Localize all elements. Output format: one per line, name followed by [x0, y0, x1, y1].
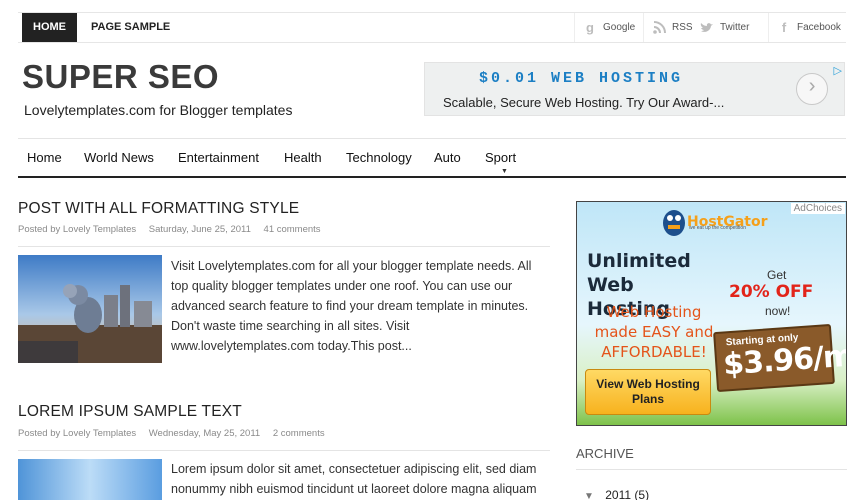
social-label-facebook: Facebook — [797, 22, 841, 33]
nav-item-entertainment[interactable]: Entertainment — [178, 139, 259, 177]
social-link-facebook[interactable]: f Facebook — [768, 13, 841, 42]
ad-headline: $0.01 WEB HOSTING — [479, 70, 684, 87]
post-author[interactable]: Posted by Lovely Templates — [18, 428, 136, 439]
post-thumbnail[interactable] — [18, 459, 162, 500]
main-navigation: Home World News Entertainment Health Tec… — [18, 138, 846, 178]
social-link-google[interactable]: g Google — [574, 13, 635, 42]
google-icon: g — [586, 20, 594, 35]
post-title[interactable]: Lorem ipsum sample text — [18, 403, 242, 421]
social-label-rss: RSS — [672, 22, 693, 33]
post-meta: Posted by Lovely Templates Saturday, Jun… — [18, 224, 331, 235]
rss-icon — [652, 21, 666, 35]
adchoices-label[interactable]: AdChoices — [790, 203, 845, 214]
facebook-icon: f — [781, 20, 787, 35]
archive-divider — [576, 469, 847, 470]
hostgator-ad[interactable]: AdChoices HostGator we eat up the compet… — [576, 201, 847, 426]
post-excerpt: Lorem ipsum dolor sit amet, consectetuer… — [171, 462, 537, 496]
social-link-rss[interactable]: RSS — [643, 13, 693, 42]
collapse-triangle-icon[interactable]: ▼ — [584, 491, 594, 500]
site-title[interactable]: SUPER SEO — [22, 58, 219, 96]
nav-item-world-news[interactable]: World News — [84, 139, 154, 177]
post-divider — [18, 246, 550, 247]
gator-mascot-icon — [663, 210, 685, 236]
archive-heading: Archive — [576, 446, 634, 461]
top-tab-page-sample[interactable]: Page Sample — [80, 13, 181, 42]
post-meta: Posted by Lovely Templates Wednesday, Ma… — [18, 428, 335, 439]
chevron-right-icon[interactable]: › — [796, 73, 828, 105]
social-link-twitter[interactable]: Twitter — [692, 13, 749, 42]
post-excerpt: Visit Lovelytemplates.com for all your b… — [171, 259, 532, 353]
top-navigation-bar: Home Page Sample g Google RSS Twitter f … — [18, 12, 846, 43]
hostgator-logo: HostGator we eat up the competition — [661, 207, 768, 237]
price-sign: Starting at only $3.96/mo — [713, 323, 846, 393]
hostgator-tagline: we eat up the competition — [689, 225, 746, 231]
post-divider — [18, 450, 550, 451]
ad-get: Get — [767, 268, 787, 282]
post-title[interactable]: Post with all formatting style — [18, 200, 299, 218]
archive-year-item[interactable]: ▼ 2011 (5) — [584, 488, 649, 500]
archive-year-count: (5) — [634, 488, 650, 500]
ad-offer: 20% OFF — [729, 282, 814, 302]
post-date[interactable]: Saturday, June 25, 2011 — [149, 224, 251, 235]
post-author[interactable]: Posted by Lovely Templates — [18, 224, 136, 235]
nav-item-auto[interactable]: Auto — [434, 139, 461, 177]
twitter-icon — [700, 21, 714, 35]
ad-subline: Web Hosting made EASY and AFFORDABLE! — [594, 303, 714, 361]
adchoices-icon[interactable]: ▷ — [834, 64, 842, 78]
site-description: Lovelytemplates.com for Blogger template… — [24, 102, 293, 118]
archive-year-label[interactable]: 2011 — [605, 488, 631, 500]
nav-item-health[interactable]: Health — [284, 139, 322, 177]
top-banner-ad[interactable]: $0.01 WEB HOSTING Scalable, Secure Web H… — [424, 62, 845, 116]
dropdown-arrow-icon: ▼ — [501, 168, 508, 175]
post-thumbnail[interactable] — [18, 255, 162, 363]
post-comments[interactable]: 2 comments — [273, 428, 325, 439]
top-tab-home[interactable]: Home — [22, 13, 77, 42]
view-plans-button[interactable]: View Web Hosting Plans — [585, 369, 711, 415]
ad-now: now! — [765, 304, 791, 318]
social-label-google: Google — [603, 22, 636, 33]
post-date[interactable]: Wednesday, May 25, 2011 — [149, 428, 260, 439]
post-comments[interactable]: 41 comments — [264, 224, 321, 235]
ad-text: Scalable, Secure Web Hosting. Try Our Aw… — [443, 95, 725, 110]
nav-item-technology[interactable]: Technology — [346, 139, 412, 177]
nav-item-home[interactable]: Home — [27, 139, 62, 177]
social-label-twitter: Twitter — [720, 22, 750, 33]
